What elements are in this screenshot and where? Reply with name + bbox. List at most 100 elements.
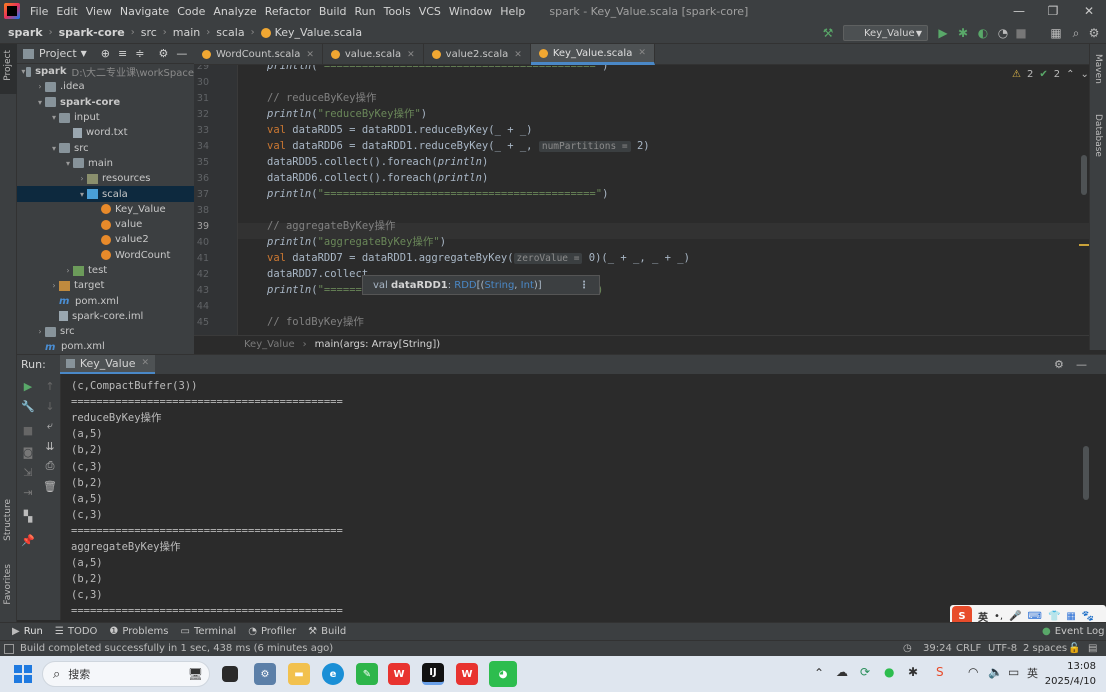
tree-item[interactable]: › src: [17, 324, 194, 339]
tree-item[interactable]: word.txt: [17, 125, 194, 140]
intellij-taskbar-icon[interactable]: IJ: [422, 663, 444, 685]
trash-icon[interactable]: 🗑: [43, 480, 57, 493]
menu-vcs[interactable]: VCS: [415, 5, 445, 18]
grid-icon[interactable]: ▦: [1066, 611, 1075, 622]
lock-icon[interactable]: 🔓: [1068, 643, 1080, 654]
wps-office-icon[interactable]: W: [388, 663, 410, 685]
export-icon[interactable]: ⇲: [22, 466, 34, 479]
windows-start-icon[interactable]: [14, 665, 32, 683]
tray-expand-icon[interactable]: ⌃: [814, 666, 824, 680]
battery-icon[interactable]: ▭: [1008, 665, 1019, 679]
close-icon[interactable]: ✕: [141, 358, 149, 368]
database-tool-label[interactable]: Database: [1093, 114, 1103, 157]
soft-wrap-icon[interactable]: ⤶: [44, 419, 56, 432]
tree-item[interactable]: ▾ scala: [17, 186, 194, 202]
sogou-tray-icon[interactable]: S: [936, 665, 944, 679]
settings-icon[interactable]: ⚙: [1086, 25, 1102, 41]
edge-browser-icon[interactable]: e: [322, 663, 344, 685]
crumb-src[interactable]: src: [141, 26, 157, 39]
menu-refactor[interactable]: Refactor: [261, 5, 315, 18]
chevron-right-icon[interactable]: ›: [63, 266, 73, 275]
menu-file[interactable]: File: [26, 5, 52, 18]
chevron-right-icon[interactable]: ›: [35, 327, 45, 336]
sync-icon[interactable]: ⟳: [860, 665, 870, 679]
event-log-tab[interactable]: ● Event Log: [1042, 626, 1104, 637]
settings-app-icon[interactable]: ⚙: [254, 663, 276, 685]
tool-tab-todo[interactable]: ☰ TODO: [55, 626, 98, 637]
build-hammer-icon[interactable]: ⚒: [820, 25, 836, 41]
wps-writer-icon[interactable]: W: [456, 663, 478, 685]
tree-item[interactable]: spark-core.iml: [17, 309, 194, 324]
stop-icon[interactable]: ■: [1013, 25, 1029, 41]
more-options-icon[interactable]: ⋮: [579, 280, 589, 291]
menu-navigate[interactable]: Navigate: [116, 5, 173, 18]
run-config-select[interactable]: Key_Value ▼: [843, 25, 928, 41]
run-tab[interactable]: Key_Value ✕: [59, 354, 156, 375]
project-structure-icon[interactable]: ▦: [1048, 25, 1064, 41]
coverage-icon[interactable]: ◐: [975, 25, 991, 41]
run-icon[interactable]: ▶: [935, 25, 951, 41]
tree-item[interactable]: Key_Value: [17, 202, 194, 217]
ai-app-icon[interactable]: ✎: [356, 663, 378, 685]
menu-build[interactable]: Build: [315, 5, 351, 18]
tree-item[interactable]: › resources: [17, 171, 194, 186]
gear-icon[interactable]: ⚙: [158, 47, 168, 60]
crumb-module[interactable]: spark-core: [59, 26, 125, 39]
tool-tab-build[interactable]: ⚒ Build: [308, 626, 346, 637]
file-encoding[interactable]: UTF-8: [988, 643, 1017, 654]
microphone-icon[interactable]: 🎤: [1009, 611, 1021, 622]
wechat-icon[interactable]: ◕: [489, 661, 517, 687]
editor-scrollbar[interactable]: [1081, 155, 1087, 195]
chevron-down-icon[interactable]: ▾: [49, 113, 59, 122]
breadcrumb-object[interactable]: Key_Value: [244, 339, 295, 350]
cloud-icon[interactable]: ☁: [836, 665, 848, 679]
chevron-up-icon[interactable]: ⌃: [1066, 69, 1074, 80]
taskbar-search[interactable]: ⌕ 搜索 🖥: [42, 661, 210, 687]
editor-tab[interactable]: value.scala ✕: [323, 44, 424, 65]
gear-icon[interactable]: ⚙: [1054, 358, 1064, 371]
skin-icon[interactable]: 👕: [1048, 611, 1060, 622]
debug-icon[interactable]: ✱: [955, 25, 971, 41]
expand-all-icon[interactable]: ≡: [118, 47, 127, 60]
indent-setting[interactable]: 2 spaces: [1023, 643, 1067, 654]
tree-item[interactable]: WordCount: [17, 248, 194, 263]
rerun-icon[interactable]: ▶: [22, 380, 34, 393]
maximize-icon[interactable]: ❐: [1036, 0, 1070, 22]
tool-tab-run[interactable]: ▶ Run: [12, 626, 43, 637]
hide-panel-icon[interactable]: —: [176, 47, 187, 60]
code-editor[interactable]: 29 30 31 32 33 34 35 36 37 38 39 40 41 42 43 44 45 print…: [194, 65, 1089, 335]
close-icon[interactable]: ✕: [1072, 0, 1106, 22]
crumb-main[interactable]: main: [173, 26, 200, 39]
structure-tool-label[interactable]: Structure: [3, 499, 13, 541]
search-everywhere-icon[interactable]: ⌕: [1068, 25, 1084, 41]
close-icon[interactable]: ✕: [306, 50, 314, 60]
minimize-icon[interactable]: —: [1002, 0, 1036, 22]
tree-item[interactable]: ▾ src: [17, 140, 194, 155]
taskbar-clock[interactable]: 13:08 2025/4/10: [1045, 659, 1096, 689]
chevron-down-icon[interactable]: ▾: [49, 144, 59, 153]
camera-icon[interactable]: ◙: [22, 446, 34, 459]
file-explorer-icon[interactable]: ▬: [288, 663, 310, 685]
maven-tool-label[interactable]: Maven: [1093, 54, 1103, 84]
tree-item[interactable]: › target: [17, 278, 194, 293]
project-tool-tab[interactable]: Project: [0, 44, 17, 94]
project-view-select[interactable]: Project: [39, 47, 77, 60]
wechat-tray-icon[interactable]: ●: [884, 665, 894, 679]
chevron-right-icon[interactable]: ›: [49, 281, 59, 290]
tree-item[interactable]: › test: [17, 263, 194, 278]
chevron-down-icon[interactable]: ▼: [81, 49, 87, 58]
memory-indicator-icon[interactable]: ▤: [1088, 643, 1097, 654]
punctuation-icon[interactable]: •,: [994, 611, 1003, 622]
editor-tab[interactable]: WordCount.scala ✕: [194, 44, 323, 65]
profile-icon[interactable]: ◔: [995, 25, 1011, 41]
pin-icon[interactable]: 📌: [21, 534, 35, 547]
scroll-to-end-icon[interactable]: ⇊: [44, 440, 56, 453]
up-arrow-icon[interactable]: ↑: [44, 380, 56, 393]
line-separator[interactable]: CRLF: [956, 643, 981, 654]
close-icon[interactable]: ✕: [407, 50, 415, 60]
console-output[interactable]: (c,CompactBuffer(3)) ====================…: [61, 374, 1089, 620]
breadcrumb-method[interactable]: main(args: Array[String]): [315, 339, 441, 350]
tree-item[interactable]: ▾ spark D:\大二专业课\workSpace: [17, 64, 194, 79]
keyboard-icon[interactable]: ⌨: [1028, 611, 1042, 622]
tree-item[interactable]: › .idea: [17, 79, 194, 94]
